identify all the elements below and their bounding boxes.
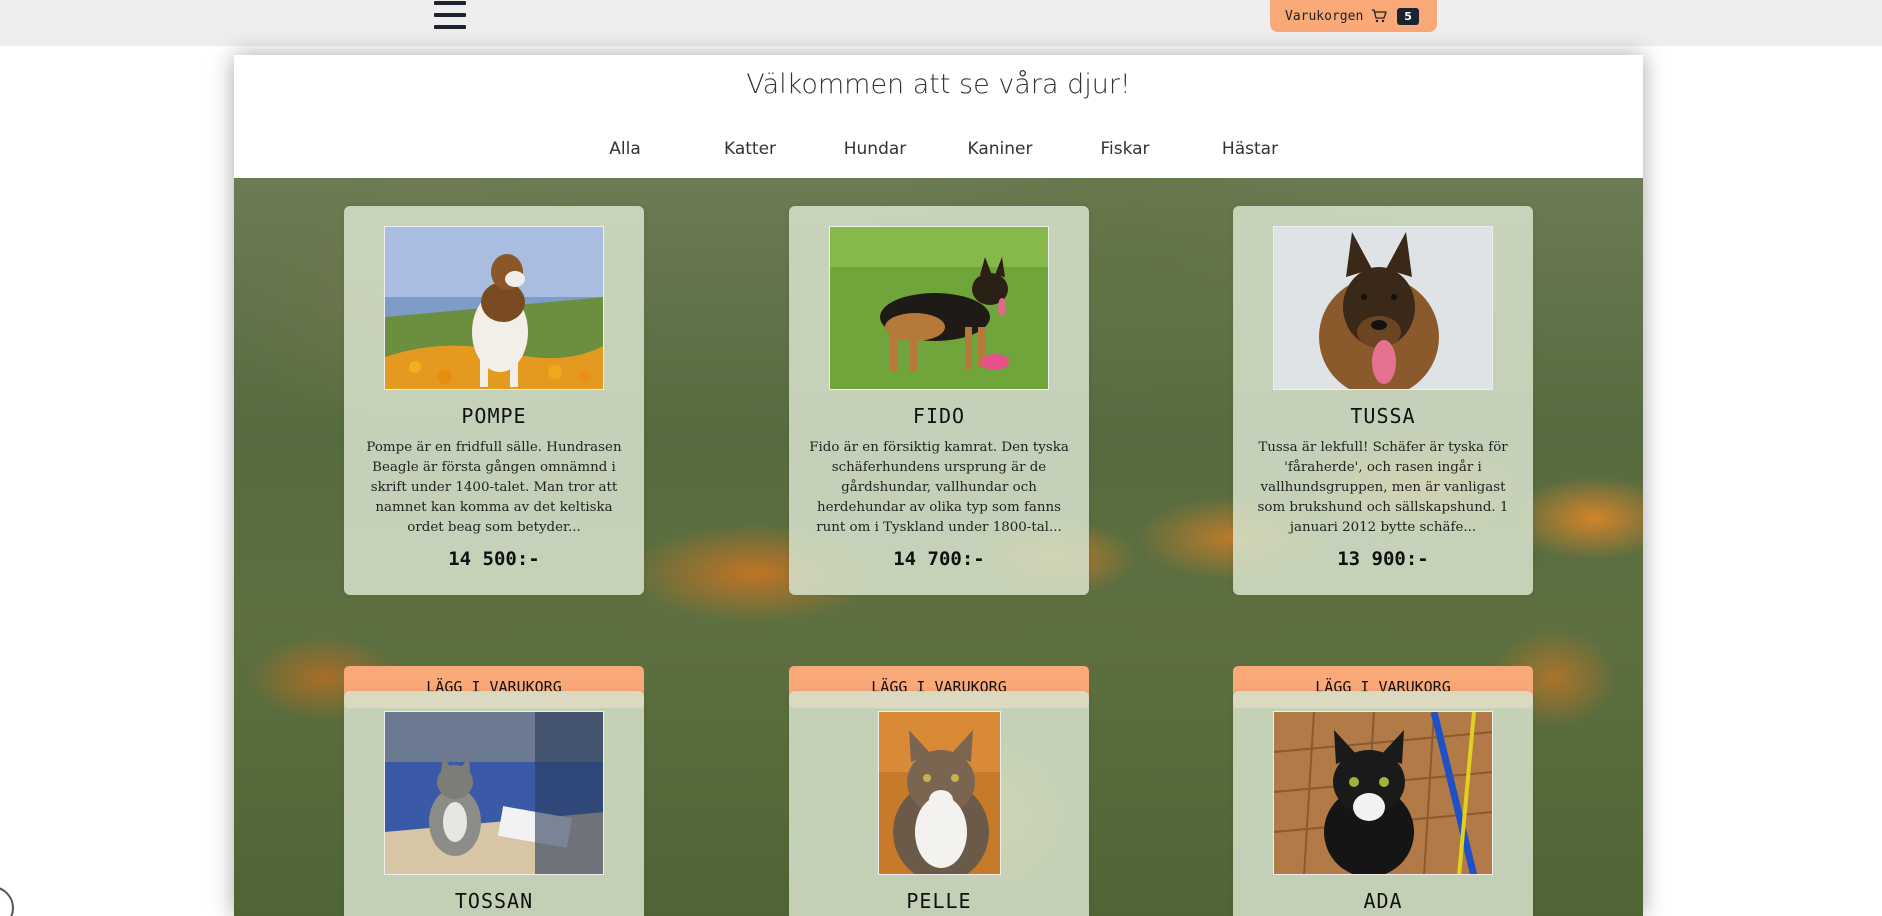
category-dogs[interactable]: Hundar [844, 139, 907, 159]
beagle-dog-photo [384, 226, 604, 390]
page-title: Välkommen att se våra djur! [746, 69, 1131, 100]
shopping-cart-icon [1372, 9, 1387, 23]
animal-card: TUSSA Tussa är lekfull! Schäfer är tyska… [1233, 206, 1533, 595]
cart-label: Varukorgen [1285, 8, 1364, 24]
animal-name: TUSSA [1350, 404, 1416, 428]
scroll-indicator [0, 886, 14, 916]
cart-button[interactable]: Varukorgen 5 [1270, 0, 1437, 32]
hamburger-icon[interactable] [434, 1, 466, 30]
animal-name: TOSSAN [454, 889, 534, 913]
animal-card: ADA [1233, 691, 1533, 916]
animal-description: Tussa är lekfull! Schäfer är tyska för '… [1257, 440, 1509, 535]
category-cats[interactable]: Katter [724, 139, 776, 159]
animal-price: 14 500:- [448, 548, 540, 570]
animal-name: POMPE [461, 404, 527, 428]
animal-name: PELLE [906, 889, 972, 913]
tabby-white-cat-photo [878, 711, 1001, 875]
animal-price: 14 700:- [893, 548, 985, 570]
top-bar: Varukorgen 5 [0, 0, 1882, 46]
animal-name: FIDO [912, 404, 966, 428]
grey-tabby-cat-photo [384, 711, 604, 875]
cart-count-badge: 5 [1397, 7, 1419, 25]
animal-description: Fido är en försiktig kamrat. Den tyska s… [809, 440, 1069, 535]
animal-gallery: POMPE Pompe är en fridfull sälle. Hundra… [234, 178, 1643, 916]
animal-card: PELLE [789, 691, 1089, 916]
animal-card: POMPE Pompe är en fridfull sälle. Hundra… [344, 206, 644, 595]
german-shepherd-portrait-photo [1273, 226, 1493, 390]
main-panel: Välkommen att se våra djur! Alla Katter … [234, 55, 1643, 916]
category-fish[interactable]: Fiskar [1100, 139, 1149, 159]
category-all[interactable]: Alla [609, 139, 641, 159]
category-horses[interactable]: Hästar [1222, 139, 1278, 159]
category-rabbits[interactable]: Kaniner [968, 139, 1033, 159]
animal-description: Pompe är en fridfull sälle. Hundrasen Be… [366, 440, 622, 535]
black-white-cat-photo [1273, 711, 1493, 875]
animal-card: FIDO Fido är en försiktig kamrat. Den ty… [789, 206, 1089, 595]
animal-price: 13 900:- [1337, 548, 1429, 570]
animal-card: TOSSAN [344, 691, 644, 916]
category-nav: Alla Katter Hundar Kaniner Fiskar Hästar [234, 139, 1643, 165]
animal-name: ADA [1363, 889, 1403, 913]
german-shepherd-photo [829, 226, 1049, 390]
